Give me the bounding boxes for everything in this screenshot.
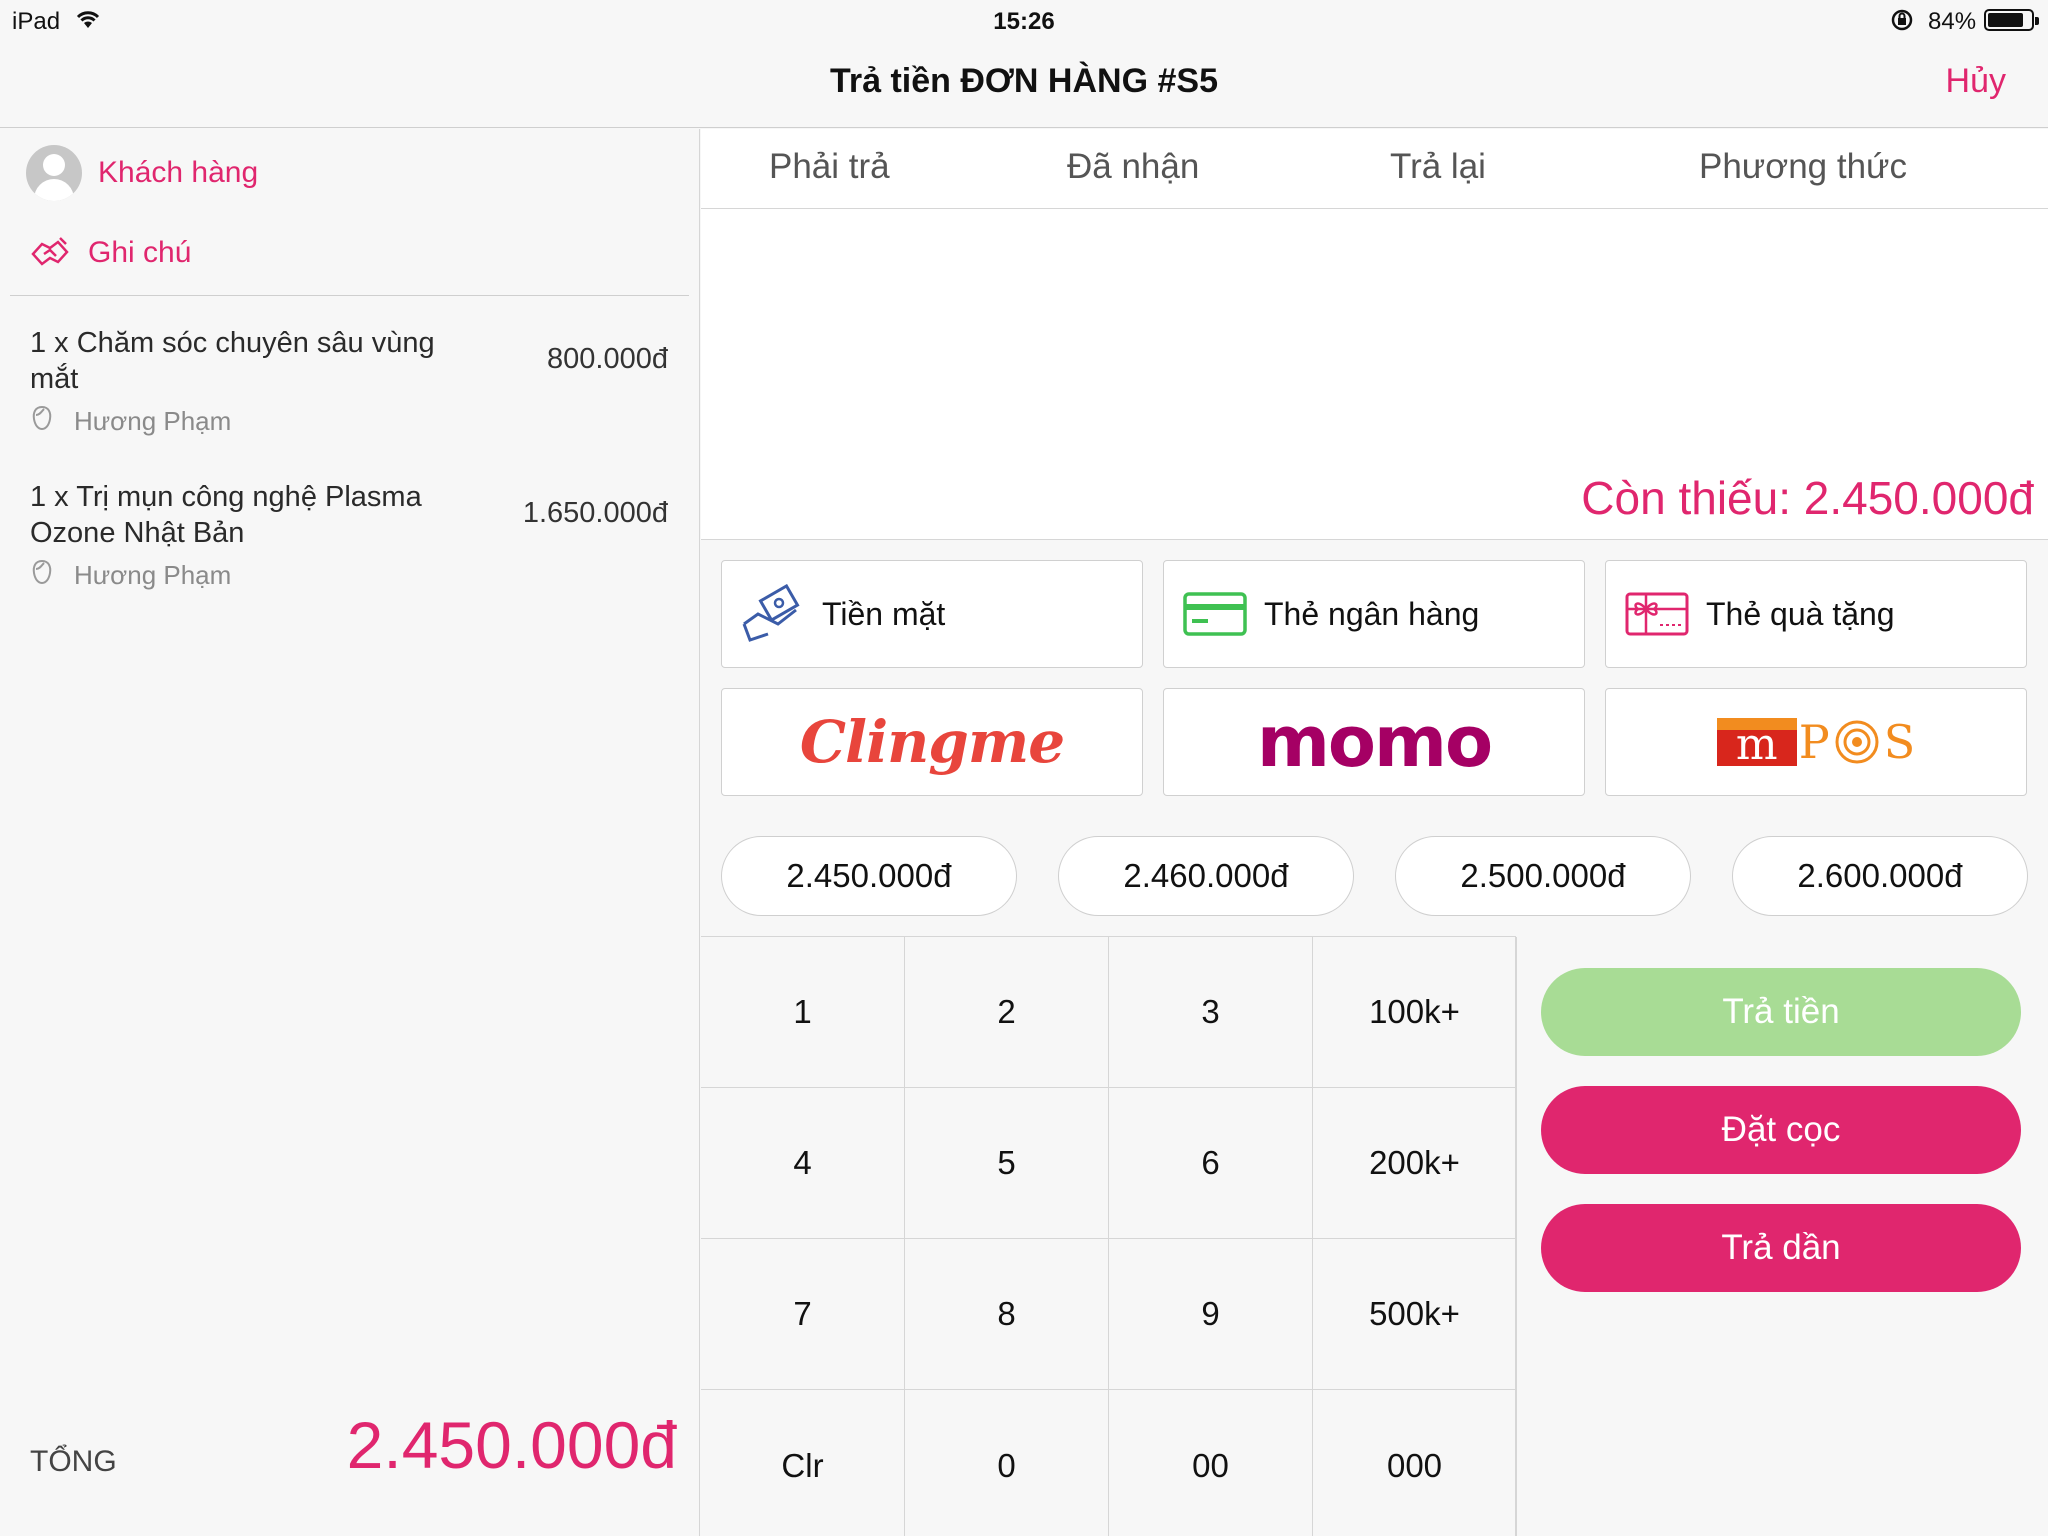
momo-method-button[interactable]: momo (1163, 688, 1585, 796)
remaining-amount: Còn thiếu: 2.450.000đ (1581, 472, 2034, 524)
key-200k[interactable]: 200k+ (1313, 1088, 1517, 1239)
item-name: 1 x Trị mụn công nghệ Plasma Ozone Nhật … (30, 481, 422, 549)
mpos-logo-s: S (1883, 715, 1916, 769)
total-label: TỔNG (30, 1445, 117, 1478)
customer-label: Khách hàng (98, 156, 259, 189)
bank-card-method-button[interactable]: Thẻ ngân hàng (1163, 560, 1585, 668)
clingme-method-button[interactable]: Clingme (721, 688, 1143, 796)
key-2[interactable]: 2 (905, 937, 1109, 1088)
momo-logo: momo (1256, 701, 1493, 783)
battery-icon (1984, 9, 2039, 31)
item-staff: Hương Phạm (30, 559, 231, 592)
customer-selector[interactable]: Khách hàng (26, 145, 258, 201)
item-price: 1.650.000đ (522, 497, 668, 529)
clingme-logo: Clingme (799, 708, 1065, 776)
deposit-button[interactable]: Đặt cọc (1541, 1086, 2021, 1174)
key-500k[interactable]: 500k+ (1313, 1239, 1517, 1390)
column-must-pay: Phải trả (769, 147, 890, 186)
battery-percent: 84% (1928, 8, 1977, 35)
quick-amount-button[interactable]: 2.460.000đ (1058, 836, 1354, 916)
note-button[interactable]: Ghi chú (30, 225, 191, 281)
divider (10, 295, 689, 296)
key-9[interactable]: 9 (1109, 1239, 1313, 1390)
item-price: 800.000đ (547, 343, 668, 375)
mpos-method-button[interactable]: m P S (1605, 688, 2027, 796)
mpos-logo: m P S (1716, 715, 1916, 770)
payment-summary-header: Phải trả Đã nhận Trả lại Phương thức (701, 129, 2048, 209)
mpos-logo-p: P (1798, 715, 1830, 769)
gift-card-method-button[interactable]: Thẻ quà tặng (1605, 560, 2027, 668)
staff-icon (30, 559, 54, 592)
quick-amount-button[interactable]: 2.600.000đ (1732, 836, 2028, 916)
bank-card-icon (1182, 591, 1248, 637)
bank-card-label: Thẻ ngân hàng (1264, 595, 1480, 632)
handshake-note-icon (30, 234, 70, 273)
column-change: Trả lại (1390, 147, 1486, 186)
key-4[interactable]: 4 (701, 1088, 905, 1239)
key-8[interactable]: 8 (905, 1239, 1109, 1390)
key-00[interactable]: 00 (1109, 1390, 1313, 1536)
avatar-icon (26, 145, 82, 201)
column-received: Đã nhận (1067, 147, 1200, 186)
key-000[interactable]: 000 (1313, 1390, 1517, 1536)
key-5[interactable]: 5 (905, 1088, 1109, 1239)
status-bar: iPad 15:26 84% (0, 0, 2048, 40)
key-clear[interactable]: Clr (701, 1390, 905, 1536)
staff-name: Hương Phạm (74, 406, 232, 436)
item-staff: Hương Phạm (30, 405, 231, 438)
numeric-keypad: 1 2 3 100k+ 4 5 6 200k+ 7 8 9 500k+ Clr … (701, 936, 1517, 1536)
payment-summary: Còn thiếu: 2.450.000đ (701, 209, 2048, 539)
quick-amount-button[interactable]: 2.500.000đ (1395, 836, 1691, 916)
key-3[interactable]: 3 (1109, 937, 1313, 1088)
total-value: 2.450.000đ (346, 1408, 677, 1482)
nav-bar: Trả tiền ĐƠN HÀNG #S5 Hủy (0, 40, 2048, 128)
pay-button[interactable]: Trả tiền (1541, 968, 2021, 1056)
item-name: 1 x Chăm sóc chuyên sâu vùng mắt (30, 327, 435, 395)
order-panel: Khách hàng Ghi chú 1 x Chăm sóc chuyên s… (0, 129, 700, 1536)
gift-card-icon (1624, 591, 1690, 637)
gift-card-label: Thẻ quà tặng (1706, 595, 1895, 632)
key-1[interactable]: 1 (701, 937, 905, 1088)
staff-icon (30, 405, 54, 438)
cash-method-button[interactable]: Tiền mặt (721, 560, 1143, 668)
page-title: Trả tiền ĐƠN HÀNG #S5 (830, 62, 1218, 100)
cancel-button[interactable]: Hủy (1946, 62, 2006, 101)
mpos-logo-m: m (1735, 719, 1778, 770)
column-method: Phương thức (1699, 147, 1907, 186)
orientation-lock-icon (1890, 8, 1914, 39)
key-6[interactable]: 6 (1109, 1088, 1313, 1239)
quick-amount-button[interactable]: 2.450.000đ (721, 836, 1017, 916)
installment-button[interactable]: Trả dần (1541, 1204, 2021, 1292)
staff-name: Hương Phạm (74, 560, 232, 590)
cash-label: Tiền mặt (822, 595, 946, 632)
key-100k[interactable]: 100k+ (1313, 937, 1517, 1088)
note-label: Ghi chú (88, 236, 192, 269)
key-7[interactable]: 7 (701, 1239, 905, 1390)
payment-input-area: Tiền mặt Thẻ ngân hàng Thẻ quà tặng Clin… (701, 539, 2048, 1536)
key-0[interactable]: 0 (905, 1390, 1109, 1536)
cash-icon (740, 584, 806, 644)
status-time: 15:26 (993, 8, 1055, 35)
payment-panel: Phải trả Đã nhận Trả lại Phương thức Còn… (701, 129, 2048, 1536)
